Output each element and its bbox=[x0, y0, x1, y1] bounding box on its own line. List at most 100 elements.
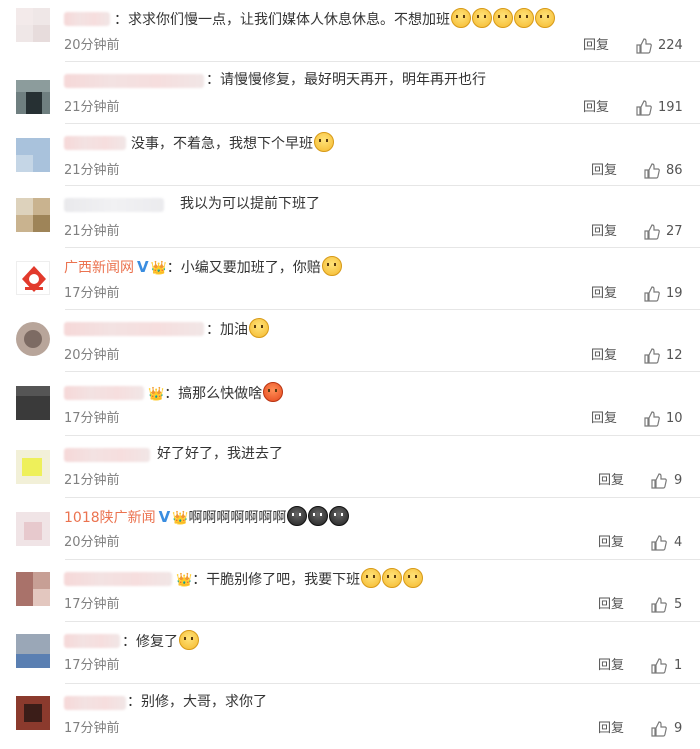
like-count: 27 bbox=[666, 224, 683, 239]
username-blurred[interactable] bbox=[64, 74, 204, 88]
reply-button[interactable]: 回复 bbox=[591, 411, 617, 427]
reply-button[interactable]: 回复 bbox=[591, 348, 617, 364]
verified-icon: V bbox=[158, 508, 171, 526]
avatar[interactable] bbox=[16, 198, 50, 232]
like-count: 224 bbox=[658, 38, 683, 53]
tear-emoji bbox=[308, 506, 329, 526]
comment-text: 没事，不着急，我想下个早班 bbox=[131, 132, 334, 154]
username-link[interactable]: 广西新闻网 bbox=[64, 260, 134, 276]
fan-badge-icon: 👑 bbox=[148, 387, 165, 402]
cry-emoji bbox=[493, 8, 513, 28]
username-blurred[interactable] bbox=[64, 634, 120, 648]
comment-text: ：修复了 bbox=[122, 630, 199, 652]
reply-button[interactable]: 回复 bbox=[591, 224, 617, 240]
avatar[interactable] bbox=[16, 80, 50, 114]
comment-item: 1018陕广新闻 V 👑啊啊啊啊啊啊啊 20分钟前 回复 4 bbox=[0, 498, 700, 560]
grin-emoji bbox=[382, 568, 403, 588]
cry-emoji bbox=[472, 8, 492, 28]
avatar[interactable] bbox=[16, 261, 50, 295]
reply-button[interactable]: 回复 bbox=[598, 658, 624, 674]
avatar[interactable] bbox=[16, 450, 50, 484]
avatar[interactable] bbox=[16, 634, 50, 668]
fan-badge-icon: 👑 bbox=[176, 573, 193, 588]
comment-item: ：求求你们慢一点，让我们媒体人休息休息。不想加班 20分钟前 回复 224 bbox=[0, 0, 700, 62]
avatar[interactable] bbox=[16, 138, 50, 172]
username-blurred[interactable] bbox=[64, 386, 144, 400]
like-count: 5 bbox=[674, 597, 683, 612]
like-count: 19 bbox=[666, 286, 683, 301]
comment-item: ：修复了 17分钟前 回复 1 bbox=[0, 622, 700, 684]
comment-time: 21分钟前 bbox=[64, 473, 120, 488]
cry-emoji bbox=[514, 8, 534, 28]
comment-item: ：别修，大哥，求你了 17分钟前 回复 9 bbox=[0, 684, 700, 749]
thumbs-up-icon[interactable] bbox=[644, 224, 660, 240]
reply-button[interactable]: 回复 bbox=[598, 473, 624, 489]
username-blurred[interactable] bbox=[64, 136, 126, 150]
comment-text: 广西新闻网 V 👑：小编又要加班了，你赔 bbox=[64, 256, 342, 279]
username-blurred[interactable] bbox=[64, 198, 164, 212]
guangxi-news-logo-icon bbox=[22, 266, 46, 292]
comment-time: 20分钟前 bbox=[64, 535, 120, 550]
like-count: 12 bbox=[666, 348, 683, 363]
thumbs-up-icon[interactable] bbox=[644, 163, 660, 179]
grin-emoji bbox=[403, 568, 424, 588]
comment-text: 👑：搞那么快做啥 bbox=[146, 382, 284, 405]
like-count: 4 bbox=[674, 535, 683, 550]
comment-time: 17分钟前 bbox=[64, 411, 120, 426]
verified-icon: V bbox=[137, 258, 149, 276]
username-link[interactable]: 1018陕广新闻 bbox=[64, 510, 156, 526]
username-blurred[interactable] bbox=[64, 12, 110, 26]
username-blurred[interactable] bbox=[64, 696, 126, 710]
reply-button[interactable]: 回复 bbox=[598, 535, 624, 551]
avatar[interactable] bbox=[16, 8, 50, 42]
username-blurred[interactable] bbox=[64, 322, 204, 336]
cry-emoji bbox=[451, 8, 471, 28]
cry-emoji bbox=[321, 256, 342, 276]
comment-text: ：别修，大哥，求你了 bbox=[127, 694, 267, 710]
avatar[interactable] bbox=[16, 696, 50, 730]
avatar[interactable] bbox=[16, 572, 50, 606]
thumbs-up-icon[interactable] bbox=[644, 411, 660, 427]
like-count: 9 bbox=[674, 721, 683, 736]
comment-text: 1018陕广新闻 V 👑啊啊啊啊啊啊啊 bbox=[64, 506, 350, 529]
thumbs-up-icon[interactable] bbox=[636, 100, 652, 116]
comment-time: 17分钟前 bbox=[64, 286, 120, 301]
reply-button[interactable]: 回复 bbox=[598, 597, 624, 613]
comment-item: 没事，不着急，我想下个早班 21分钟前 回复 86 bbox=[0, 124, 700, 186]
thumbs-up-icon[interactable] bbox=[651, 721, 667, 737]
username-blurred[interactable] bbox=[64, 572, 172, 586]
thumbs-up-icon[interactable] bbox=[651, 535, 667, 551]
thumbs-up-icon[interactable] bbox=[644, 348, 660, 364]
comment-item: 我以为可以提前下班了 21分钟前 回复 27 bbox=[0, 186, 700, 248]
reply-button[interactable]: 回复 bbox=[598, 721, 624, 737]
comment-item: 👑：搞那么快做啥 17分钟前 回复 10 bbox=[0, 372, 700, 436]
comment-text: 👑：干脆别修了吧，我要下班 bbox=[174, 568, 424, 591]
thumbs-up-icon[interactable] bbox=[644, 286, 660, 302]
avatar[interactable] bbox=[16, 512, 50, 546]
comment-text: ：请慢慢修复，最好明天再开，明年再开也行 bbox=[206, 72, 486, 88]
thumbs-up-icon[interactable] bbox=[636, 38, 652, 54]
like-count: 1 bbox=[674, 658, 683, 673]
reply-button[interactable]: 回复 bbox=[591, 286, 617, 302]
username-blurred[interactable] bbox=[64, 448, 150, 462]
comment-text: 好了好了，我进去了 bbox=[157, 446, 283, 462]
like-count: 9 bbox=[674, 473, 683, 488]
avatar[interactable] bbox=[16, 386, 50, 420]
like-count: 10 bbox=[666, 411, 683, 426]
fan-badge-icon: 👑 bbox=[150, 261, 167, 276]
grin-emoji bbox=[361, 568, 382, 588]
cry-emoji bbox=[535, 8, 555, 28]
comment-time: 21分钟前 bbox=[64, 224, 120, 239]
thumbs-up-icon[interactable] bbox=[651, 473, 667, 489]
avatar[interactable] bbox=[16, 322, 50, 356]
reply-button[interactable]: 回复 bbox=[583, 38, 609, 54]
reply-button[interactable]: 回复 bbox=[591, 163, 617, 179]
comment-time: 21分钟前 bbox=[64, 163, 120, 178]
reply-button[interactable]: 回复 bbox=[583, 100, 609, 116]
angry-emoji bbox=[263, 382, 284, 402]
thumbs-up-icon[interactable] bbox=[651, 658, 667, 674]
comment-text: 我以为可以提前下班了 bbox=[180, 196, 320, 212]
thumbs-up-icon[interactable] bbox=[651, 597, 667, 613]
like-count: 86 bbox=[666, 163, 683, 178]
smile-emoji bbox=[314, 132, 334, 152]
